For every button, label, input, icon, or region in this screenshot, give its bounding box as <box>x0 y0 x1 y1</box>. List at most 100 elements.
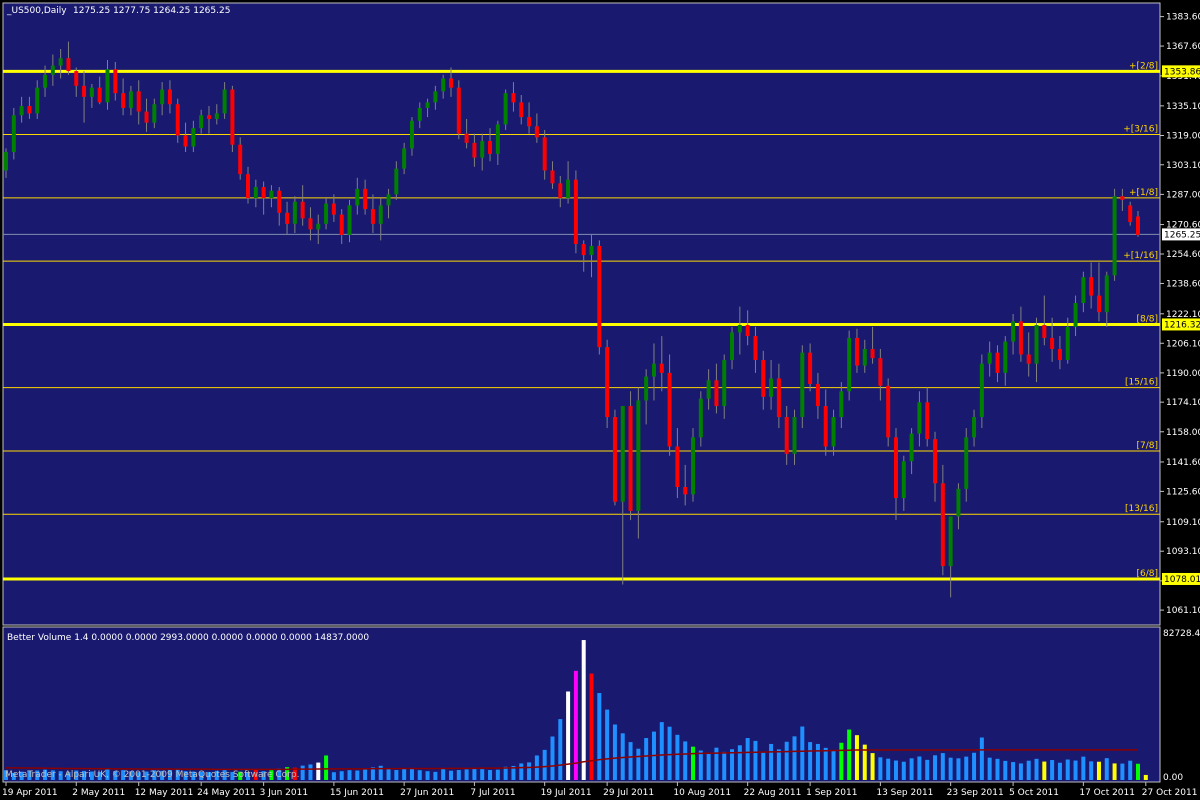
volume-bar-119 <box>933 755 938 780</box>
candle-body-10 <box>82 85 87 97</box>
price-box-label-1: 1216.32 <box>1164 320 1200 330</box>
x-tick-label-6: 27 Jun 2011 <box>400 788 454 798</box>
candle-body-2 <box>19 106 24 116</box>
candle-body-134 <box>1050 337 1055 349</box>
candle-body-73 <box>573 179 578 245</box>
candle-body-15 <box>121 93 126 108</box>
candle-body-67 <box>527 117 532 127</box>
candle-body-70 <box>550 170 555 184</box>
candle-body-18 <box>144 111 149 123</box>
y-tick-label-4: 1319.00 <box>1166 131 1200 141</box>
x-tick-label-12: 1 Sep 2011 <box>806 788 857 798</box>
volume-bar-124 <box>972 752 977 780</box>
candle-body-138 <box>1081 277 1086 303</box>
volume-bar-116 <box>909 758 914 780</box>
volume-bar-142 <box>1112 763 1117 780</box>
candle-body-4 <box>35 87 40 114</box>
candle-body-133 <box>1042 325 1047 338</box>
candle-body-45 <box>355 188 360 206</box>
candle-body-3 <box>27 106 32 114</box>
volume-bar-66 <box>519 763 524 780</box>
volume-bar-51 <box>402 768 407 780</box>
volume-bar-64 <box>503 766 508 780</box>
volume-bar-100 <box>784 741 789 780</box>
volume-bar-38 <box>300 765 305 780</box>
candle-body-137 <box>1073 302 1078 327</box>
murrey-label-2: +[1/8] <box>1129 188 1158 198</box>
candle-body-131 <box>1026 354 1031 364</box>
y-tick-label-12: 1190.00 <box>1166 369 1200 379</box>
candle-body-51 <box>402 148 407 169</box>
candle-body-49 <box>386 194 391 206</box>
murrey-label-3: +[1/16] <box>1123 251 1158 261</box>
candle-body-106 <box>831 417 836 447</box>
indicator-max-label: 82728.45 <box>1163 629 1200 639</box>
candle-body-53 <box>417 107 422 121</box>
volume-bar-128 <box>1003 760 1008 780</box>
candle-body-97 <box>761 360 766 397</box>
candle-body-47 <box>370 209 375 224</box>
candle-body-122 <box>956 488 961 517</box>
volume-bar-107 <box>839 742 844 780</box>
chart-ohlc: 1275.25 1277.75 1264.25 1265.25 <box>73 6 230 16</box>
candle-body-76 <box>597 245 602 348</box>
volume-bar-57 <box>448 770 453 780</box>
candle-body-88 <box>691 437 696 495</box>
volume-bar-93 <box>730 749 735 780</box>
volume-bar-96 <box>753 740 758 780</box>
candle-body-69 <box>542 137 547 171</box>
volume-bar-103 <box>808 742 813 780</box>
y-tick-label-11: 1206.10 <box>1166 339 1200 349</box>
candle-body-22 <box>175 104 180 136</box>
candle-body-74 <box>581 244 586 256</box>
y-tick-label-14: 1158.00 <box>1166 428 1200 438</box>
volume-bar-99 <box>776 749 781 780</box>
candle-body-30 <box>238 144 243 175</box>
y-tick-label-0: 1383.60 <box>1166 13 1200 23</box>
x-tick-label-5: 15 Jun 2011 <box>330 788 384 798</box>
candle-body-142 <box>1112 196 1117 276</box>
candle-body-55 <box>433 91 438 103</box>
volume-bar-94 <box>737 745 742 780</box>
candle-body-25 <box>199 115 204 129</box>
candle-body-145 <box>1136 216 1140 235</box>
volume-bar-104 <box>815 743 820 780</box>
candle-body-13 <box>105 69 110 103</box>
y-tick-label-3: 1335.10 <box>1166 102 1200 112</box>
volume-bar-71 <box>558 719 563 780</box>
x-tick-label-4: 3 Jun 2011 <box>260 788 308 798</box>
volume-bar-69 <box>542 749 547 780</box>
candle-body-9 <box>74 71 79 86</box>
candle-body-34 <box>269 190 274 199</box>
volume-bar-143 <box>1120 763 1125 780</box>
candle-body-12 <box>97 87 102 103</box>
candle-body-121 <box>948 516 953 567</box>
candle-body-56 <box>441 78 446 92</box>
candle-body-31 <box>246 174 251 199</box>
volume-bar-123 <box>964 756 969 780</box>
volume-bar-80 <box>628 742 633 780</box>
volume-bar-101 <box>792 736 797 780</box>
candle-body-139 <box>1089 277 1094 296</box>
volume-bar-46 <box>363 769 368 780</box>
price-chart[interactable]: +[2/8] +[3/16] +[1/8] +[1/16] [8/8] [15/16] [7… <box>0 0 1200 800</box>
candle-body-14 <box>113 69 118 94</box>
candle-body-84 <box>659 363 664 373</box>
candle-body-92 <box>722 360 727 407</box>
volume-bar-131 <box>1026 760 1031 780</box>
volume-bar-78 <box>612 724 617 780</box>
candle-body-119 <box>933 439 938 484</box>
chart-window[interactable]: +[2/8] +[3/16] +[1/8] +[1/16] [8/8] [15/16] [7… <box>0 0 1200 800</box>
x-tick-label-13: 13 Sep 2011 <box>876 788 933 798</box>
murrey-label-1: +[3/16] <box>1123 124 1158 134</box>
x-tick-label-17: 27 Oct 2011 <box>1142 788 1198 798</box>
candle-body-124 <box>972 417 977 438</box>
candle-body-11 <box>89 87 94 97</box>
volume-bar-56 <box>441 768 446 780</box>
x-tick-label-1: 2 May 2011 <box>72 788 125 798</box>
y-tick-label-20: 1061.10 <box>1166 606 1200 616</box>
volume-bar-70 <box>550 736 555 780</box>
candle-body-127 <box>995 352 1000 373</box>
volume-bar-82 <box>644 738 649 780</box>
volume-bar-109 <box>854 735 859 780</box>
